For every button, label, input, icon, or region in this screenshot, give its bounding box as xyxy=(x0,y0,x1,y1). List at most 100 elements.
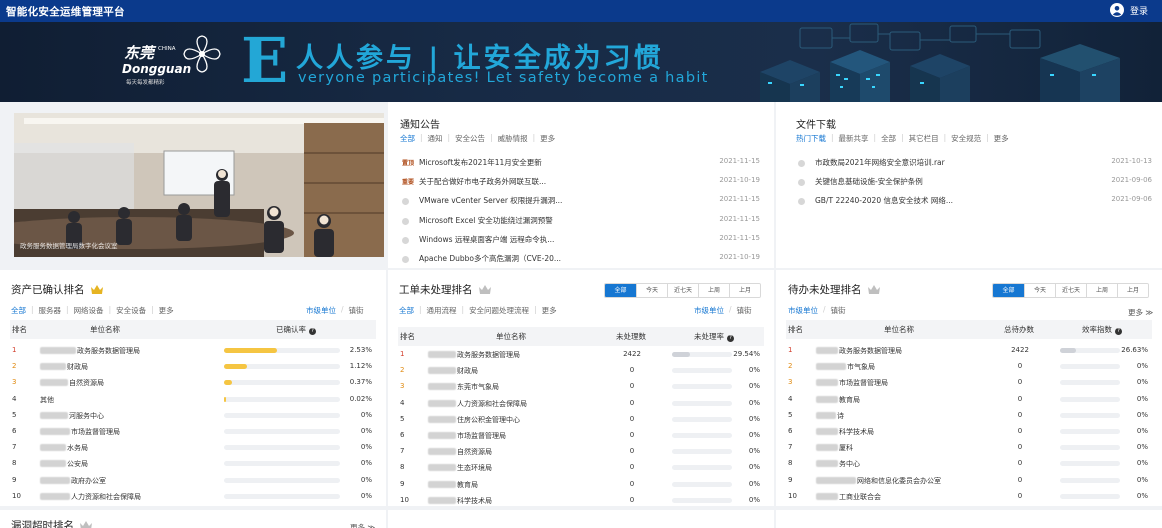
tab-more[interactable]: 更多 xyxy=(994,133,1009,144)
table-row[interactable]: 1 政务服务数据管理局 2422 26.63% xyxy=(788,343,1152,359)
redacted-mask xyxy=(40,411,68,419)
table-row[interactable]: 7 自然资源局 0 0% xyxy=(400,444,764,460)
progress-bar xyxy=(224,477,340,483)
redacted-mask xyxy=(40,476,70,484)
scope-city[interactable]: 市级单位 xyxy=(788,305,818,316)
notice-item[interactable]: Apache Dubbo多个高危漏洞（CVE-20... 2021-10-19 xyxy=(402,252,760,271)
tab-security-flow[interactable]: 安全问题处理流程 xyxy=(469,305,529,316)
scope-town[interactable]: 镇街 xyxy=(831,305,846,316)
period-option[interactable]: 今天 xyxy=(1024,284,1055,297)
tab-security-devices[interactable]: 安全设备 xyxy=(116,305,146,316)
tab-hot-downloads[interactable]: 热门下载 xyxy=(796,133,826,144)
table-row[interactable]: 5 住房公积金管理中心 0 0% xyxy=(400,412,764,428)
tab-more[interactable]: 更多 xyxy=(542,305,557,316)
tab-all[interactable]: 全部 xyxy=(400,133,415,144)
unit-name: 政府办公室 xyxy=(40,476,106,486)
tab-latest-shared[interactable]: 最新共享 xyxy=(839,133,869,144)
help-icon[interactable]: ? xyxy=(1115,328,1122,335)
assets-ranking-title: 资产已确认排名 xyxy=(11,282,103,297)
period-option[interactable]: 上周 xyxy=(1086,284,1117,297)
table-row[interactable]: 2 市气象局 0 0% xyxy=(788,359,1152,375)
period-option[interactable]: 全部 xyxy=(993,284,1024,297)
table-row[interactable]: 4 人力资源和社会保障局 0 0% xyxy=(400,396,764,412)
count-value: 0 xyxy=(629,479,635,488)
file-name: GB/T 22240-2020 信息安全技术 网络... xyxy=(815,196,954,206)
tab-all[interactable]: 全部 xyxy=(11,305,26,316)
period-option[interactable]: 近七天 xyxy=(667,284,698,297)
login-button[interactable]: 登录 xyxy=(1109,3,1148,17)
tab-all[interactable]: 全部 xyxy=(881,133,896,144)
table-row[interactable]: 3 东莞市气象局 0 0% xyxy=(400,379,764,395)
table-row[interactable]: 2 财政局 1.12% xyxy=(12,359,374,375)
scope-city[interactable]: 市级单位 xyxy=(694,305,724,316)
scope-town[interactable]: 镇街 xyxy=(349,305,364,316)
table-row[interactable]: 10 科学技术局 0 0% xyxy=(400,493,764,509)
tab-other[interactable]: 其它栏目 xyxy=(909,133,939,144)
table-row[interactable]: 1 政务服务数据管理局 2.53% xyxy=(12,343,374,359)
rank-number: 4 xyxy=(400,398,405,407)
period-option[interactable]: 上月 xyxy=(1117,284,1148,297)
help-icon[interactable]: ? xyxy=(727,335,734,342)
period-option[interactable]: 今天 xyxy=(636,284,667,297)
rate-value: 0% xyxy=(748,430,760,439)
notice-tag: 重要 xyxy=(402,179,415,187)
scope-city[interactable]: 市级单位 xyxy=(306,305,336,316)
tab-security-bulletin[interactable]: 安全公告 xyxy=(455,133,485,144)
table-row[interactable]: 9 教育局 0 0% xyxy=(400,477,764,493)
file-item[interactable]: 关键信息基础设施-安全保护条例 2021-09-06 xyxy=(798,175,1152,194)
workorders-title-text: 工单未处理排名 xyxy=(399,284,473,296)
table-row[interactable]: 10 工商业联合会 0 0% xyxy=(788,489,1152,505)
table-row[interactable]: 7 厦科 0 0% xyxy=(788,440,1152,456)
table-row[interactable]: 3 自然资源局 0.37% xyxy=(12,375,374,391)
tab-all[interactable]: 全部 xyxy=(399,305,414,316)
period-option[interactable]: 全部 xyxy=(605,284,636,297)
table-row[interactable]: 8 生态环境局 0 0% xyxy=(400,460,764,476)
rate-value: 0% xyxy=(360,426,372,435)
period-option[interactable]: 近七天 xyxy=(1055,284,1086,297)
table-row[interactable]: 6 科学技术局 0 0% xyxy=(788,424,1152,440)
table-row[interactable]: 6 市场监督管理局 0% xyxy=(12,424,374,440)
notice-tag: 置顶 xyxy=(402,160,415,167)
table-row[interactable]: 8 公安局 0% xyxy=(12,456,374,472)
tab-threat-intel[interactable]: 威胁情报 xyxy=(498,133,528,144)
file-item[interactable]: GB/T 22240-2020 信息安全技术 网络... 2021-09-06 xyxy=(798,194,1152,213)
table-row[interactable]: 5 河服务中心 0% xyxy=(12,408,374,424)
tab-general-flow[interactable]: 通用流程 xyxy=(427,305,457,316)
unit-name-text: 东莞市气象局 xyxy=(457,383,499,392)
tab-notice[interactable]: 通知 xyxy=(428,133,443,144)
scope-town[interactable]: 镇街 xyxy=(737,305,752,316)
rank-number: 3 xyxy=(788,378,793,387)
table-row[interactable]: 7 水务局 0% xyxy=(12,440,374,456)
vuln-more-link[interactable]: 更多 ≫ xyxy=(350,522,375,528)
rank-number: 3 xyxy=(12,378,17,387)
tab-more[interactable]: 更多 xyxy=(159,305,174,316)
table-row[interactable]: 1 政务服务数据管理局 2422 29.54% xyxy=(400,347,764,363)
table-row[interactable]: 6 市场监督管理局 0 0% xyxy=(400,428,764,444)
table-row[interactable]: 9 政府办公室 0% xyxy=(12,473,374,489)
table-row[interactable]: 4 教育局 0 0% xyxy=(788,392,1152,408)
tab-more[interactable]: 更多 xyxy=(540,133,555,144)
notice-item[interactable]: VMware vCenter Server 权限提升漏洞... 2021-11-1… xyxy=(402,194,760,213)
table-row[interactable]: 3 市场监督管理局 0 0% xyxy=(788,375,1152,391)
todos-more-link[interactable]: 更多 ≫ xyxy=(1128,307,1153,318)
period-option[interactable]: 上周 xyxy=(698,284,729,297)
table-row[interactable]: 4 其他 0.02% xyxy=(12,392,374,408)
table-row[interactable]: 10 人力资源和社会保障局 0% xyxy=(12,489,374,505)
bullet-icon xyxy=(402,217,409,225)
file-item[interactable]: 市政数局2021年网络安全意识培训.rar 2021-10-13 xyxy=(798,156,1152,175)
tab-servers[interactable]: 服务器 xyxy=(39,305,62,316)
tab-network-devices[interactable]: 网络设备 xyxy=(74,305,104,316)
table-row[interactable]: 9 网络和信息化委员会办公室 0 0% xyxy=(788,473,1152,489)
notice-item[interactable]: Microsoft Excel 安全功能绕过漏洞预警 2021-11-15 xyxy=(402,214,760,233)
table-row[interactable]: 5 诗 0 0% xyxy=(788,408,1152,424)
period-option[interactable]: 上月 xyxy=(729,284,760,297)
table-row[interactable]: 2 财政局 0 0% xyxy=(400,363,764,379)
notice-item[interactable]: 重要 关于配合做好市电子政务外网联互联... 2021-10-19 xyxy=(402,175,760,194)
redacted-mask xyxy=(40,363,66,371)
help-icon[interactable]: ? xyxy=(309,328,316,335)
notice-item[interactable]: Windows 远程桌面客户端 远程命令执... 2021-11-15 xyxy=(402,233,760,252)
notice-item[interactable]: 置顶 Microsoft发布2021年11月安全更新 2021-11-15 xyxy=(402,156,760,175)
notice-date: 2021-11-15 xyxy=(719,157,760,165)
tab-security-standards[interactable]: 安全规范 xyxy=(951,133,981,144)
table-row[interactable]: 8 务中心 0 0% xyxy=(788,456,1152,472)
